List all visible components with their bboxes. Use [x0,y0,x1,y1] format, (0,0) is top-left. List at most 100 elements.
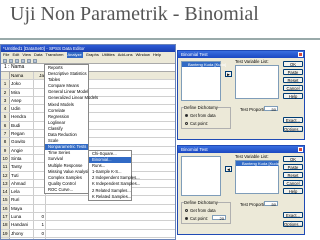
column-header[interactable]: Nama [10,72,34,80]
table-row[interactable]: 19 Jhony 0 [1,229,175,238]
open-icon[interactable] [3,59,7,63]
menu-help[interactable]: Help [153,52,161,58]
exact-button[interactable]: Exact... [283,117,303,123]
cell-nama[interactable]: Mira [10,88,34,96]
row-number: 5 [1,113,10,121]
define-dichotomy-group: Define Dichotomy Get from data Cut point… [181,105,231,129]
menu-file[interactable]: File [3,52,9,58]
cancel-button[interactable]: Cancel [283,85,303,91]
cell-nama[interactable]: Sinta [10,154,34,163]
menu-item[interactable]: ROC Curve... [45,187,88,193]
cell-nama[interactable]: Angie [10,146,34,154]
dialog-title: Binomial Test [178,146,304,153]
cell-value[interactable]: 1 [34,221,46,229]
source-variable-list[interactable] [181,156,221,196]
menu-window[interactable]: Window [136,52,150,58]
get-from-data-radio[interactable]: Get from data [185,113,216,118]
cell-nama[interactable]: Hendra [10,113,34,121]
row-number: 16 [1,204,10,213]
cell-nama[interactable]: Budi [10,121,34,130]
table-row[interactable]: 17 Luna 0 [1,213,175,222]
cell-nama[interactable]: Luna [10,213,34,221]
row-number: 7 [1,130,10,138]
paste-button[interactable]: Paste [283,69,303,75]
exact-button[interactable]: Exact... [283,212,303,218]
find-icon[interactable] [33,59,37,63]
cell-nama[interactable]: Handani [10,221,34,229]
save-icon[interactable] [9,59,13,63]
row-number: 12 [1,171,10,179]
reset-button[interactable]: Reset [283,172,303,178]
menu-view[interactable]: View [22,52,31,58]
cell-value[interactable]: 0 [34,229,46,237]
nonparametric-submenu: Chi-Square... Binomial... Runs... 1-Sample … [88,150,140,201]
menu-data[interactable]: Data [34,52,42,58]
cell-nama[interactable]: Regan [10,130,34,138]
group-label: Define Dichotomy [184,105,218,110]
undo-icon[interactable] [21,59,25,63]
move-left-arrow-icon[interactable]: ◄ [225,166,232,172]
cell-nama[interactable]: Gowito [10,138,34,146]
test-variable-list[interactable]: Banteng Kuda [Kuda] [235,160,280,194]
cut-point-input[interactable]: 20 [212,215,226,221]
table-row[interactable]: 16 Maya [1,204,175,214]
cell-nama[interactable]: Udin [10,105,34,113]
list-item[interactable]: Banteng Kuda [Kuda] [236,161,280,166]
cell-nama[interactable]: Ahmad [10,179,34,188]
cut-point-radio[interactable]: Cut point: [185,121,208,126]
reset-button[interactable]: Reset [283,77,303,83]
list-item[interactable]: Banteng Kuda [Kuda] [182,62,226,67]
cell-nama[interactable]: Ruri [10,196,34,204]
menu-add-ons[interactable]: Add-ons [118,52,133,58]
print-icon[interactable] [15,59,19,63]
cell-nama[interactable]: Maya [10,204,34,213]
close-icon[interactable] [298,147,303,152]
source-variable-list[interactable]: Banteng Kuda [Kuda] [181,61,226,101]
cell-nama[interactable]: Tanty [10,163,34,171]
analyze-menu: Reports Descriptive Statistics Tables Compa… [44,64,98,194]
help-button[interactable]: Help [283,188,303,194]
cut-point-radio[interactable]: Cut point: [185,216,208,221]
test-proportion-input[interactable]: .50 [264,106,278,112]
row-number: 8 [1,138,10,146]
cancel-button[interactable]: Cancel [283,180,303,186]
row-number: 9 [1,146,10,154]
row-number: 14 [1,188,10,196]
options-button[interactable]: Options... [283,221,303,227]
ok-button[interactable]: OK [283,61,303,67]
menu-analyze[interactable]: Analyze [66,52,83,58]
paste-button[interactable]: Paste [283,164,303,170]
goto-icon[interactable] [27,59,31,63]
cell-nama[interactable]: Joko [10,80,34,88]
cell-nama[interactable]: Tuti [10,171,34,179]
define-dichotomy-group: Define Dichotomy Get from data Cut point… [181,200,231,224]
move-right-arrow-icon[interactable]: ► [225,71,232,77]
title-divider [0,38,320,40]
options-button[interactable]: Options... [283,126,303,132]
cell-value[interactable]: 0 [34,213,46,221]
row-number: 1 [1,80,10,88]
cell-value[interactable] [34,204,46,213]
row-number: 6 [1,121,10,130]
cell-nama[interactable]: Lela [10,188,34,196]
row-number: 17 [1,213,10,221]
cell-nama[interactable]: Jhony [10,229,34,237]
table-row[interactable]: 18 Handani 1 [1,221,175,230]
menu-edit[interactable]: Edit [12,52,19,58]
cell-nama[interactable]: Asep [10,96,34,105]
get-from-data-radio[interactable]: Get from data [185,208,216,213]
binomial-dialog-1: Binomial Test Banteng Kuda [Kuda] ► Test… [177,50,305,140]
row-number: 11 [1,163,10,171]
test-proportion-input[interactable]: .50 [264,201,278,207]
help-button[interactable]: Help [283,93,303,99]
test-variable-list[interactable] [235,65,279,99]
menu-transform[interactable]: Transform [45,52,63,58]
test-variable-list-label: Test Variable List: [235,59,269,64]
row-number: 4 [1,105,10,113]
ok-button[interactable]: OK [283,156,303,162]
cell-value[interactable] [34,196,46,204]
menu-item[interactable]: K Related Samples... [89,194,131,200]
menu-utilities[interactable]: Utilities [102,52,115,58]
menu-graphs[interactable]: Graphs [86,52,99,58]
close-icon[interactable] [298,52,303,57]
